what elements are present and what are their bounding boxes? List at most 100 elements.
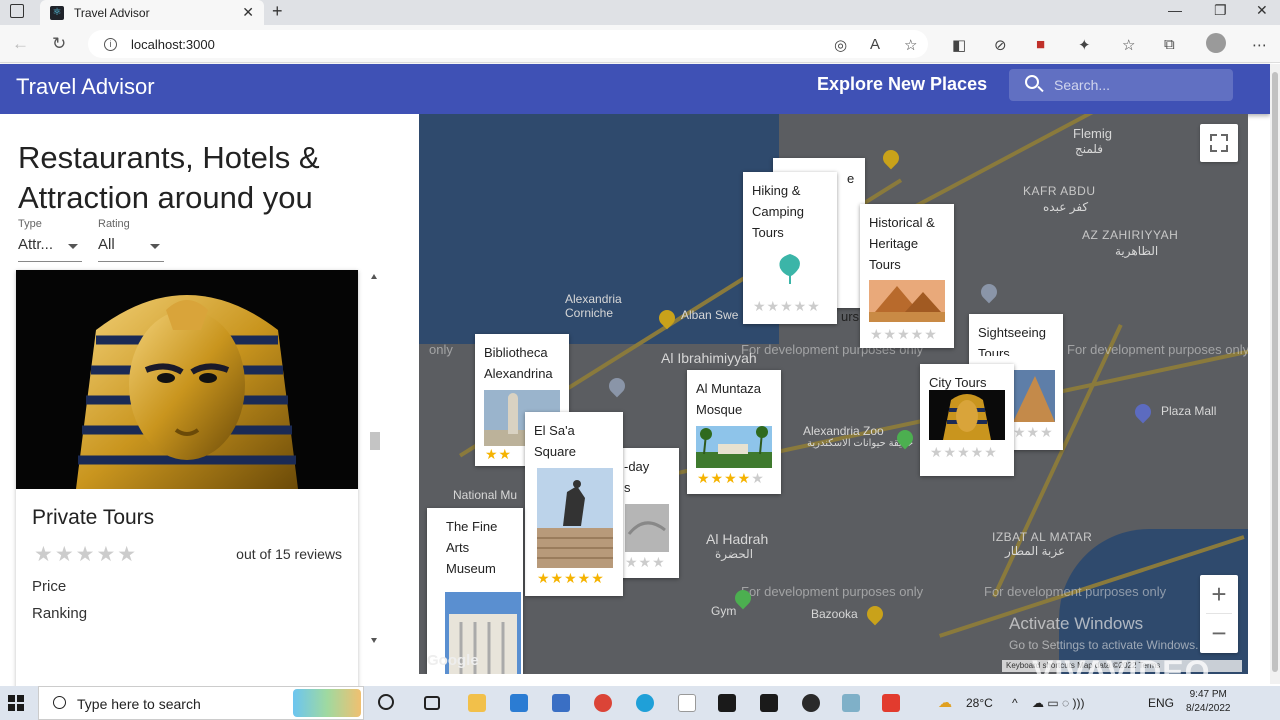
mosque-photo [696, 426, 772, 468]
cmd-icon[interactable] [760, 694, 778, 712]
add-favorite-icon[interactable]: ☆ [904, 36, 917, 54]
rating-select-value[interactable]: All [98, 236, 164, 262]
zoom-in-button[interactable]: + [1200, 575, 1238, 613]
map-label-flemig: Flemig [1073, 126, 1113, 141]
popup-title: Hiking & Camping Tours [752, 183, 805, 240]
map-popup-hiking[interactable]: Hiking & Camping Tours ★★★★★ [743, 172, 837, 324]
taskbar-search[interactable]: Type here to search [38, 686, 364, 720]
react-favicon-icon: ⚛ [50, 5, 64, 20]
taskbar: Type here to search ☁ 28°C ^ ☁ ▭ ◌ ))) E… [0, 686, 1280, 720]
refresh-icon[interactable]: ↻ [52, 34, 66, 54]
store-icon[interactable] [552, 694, 570, 712]
map[interactable]: KAFR ABDU كفر عبده AZ ZAHIRIYYAH الظاهري… [419, 114, 1248, 674]
review-count: out of 15 reviews [236, 546, 342, 562]
site-info-icon[interactable]: i [104, 37, 117, 51]
map-label-kafr-abdu: KAFR ABDU [1023, 184, 1096, 198]
extension-1-icon[interactable]: ◧ [952, 36, 966, 54]
search-highlight-image [293, 689, 361, 717]
back-icon[interactable]: ← [12, 34, 29, 54]
app-icon-3[interactable] [882, 694, 900, 712]
map-popup-day-tour[interactable]: -day s ★★★ [615, 448, 679, 578]
dev-watermark: For development purposes only [984, 584, 1167, 599]
extension-2-icon[interactable]: ⊘ [994, 36, 1007, 54]
map-label-izbat-al-matar-ar: عزبة المطار [1005, 544, 1066, 558]
map-label-izbat-al-matar: IZBAT AL MATAR [992, 530, 1093, 544]
scroll-down-icon[interactable] [371, 638, 377, 643]
search-icon [53, 696, 66, 709]
browser-tab[interactable]: ⚛ Travel Advisor ✕ [40, 0, 264, 25]
tab-actions-icon[interactable] [10, 4, 24, 18]
shopping-pin-icon[interactable] [1131, 400, 1155, 424]
type-select-value[interactable]: Attr... [18, 236, 82, 262]
poi-pin-icon[interactable] [863, 602, 887, 626]
map-popup-historical[interactable]: Historical & Heritage Tours ★★★★★ [860, 204, 954, 348]
restore-icon[interactable]: ❐ [1214, 2, 1227, 19]
scroll-up-icon[interactable] [371, 274, 377, 279]
minimize-icon[interactable]: — [1168, 2, 1182, 18]
type-select[interactable]: Type Attr... [18, 218, 82, 262]
rating-value: All [98, 236, 115, 253]
rating-select[interactable]: Rating All [98, 218, 164, 262]
extensions-icon[interactable]: ✦ [1078, 36, 1091, 54]
fullscreen-button[interactable] [1200, 124, 1238, 162]
type-label: Type [18, 218, 42, 230]
edge-icon[interactable] [636, 694, 654, 712]
popup-title: Al Muntaza Mosque [696, 381, 762, 417]
tray-icons[interactable]: ☁ ▭ ◌ ))) [1032, 696, 1084, 710]
app-icon-2[interactable] [842, 694, 860, 712]
terminal-icon[interactable] [718, 694, 736, 712]
zoom-out-button[interactable]: − [1200, 614, 1238, 652]
tray-expand-icon[interactable]: ^ [1012, 696, 1018, 710]
favorites-icon[interactable]: ☆ [1122, 36, 1135, 54]
map-label-al-hadrah: Al Hadrah [706, 531, 769, 547]
new-tab-icon[interactable]: + [272, 1, 283, 22]
poi-pin-icon[interactable] [605, 374, 629, 398]
popup-rating: ★★★★★ [870, 326, 938, 342]
browser-toolbar: ← ↻ i localhost:3000 ◎ A ☆ ◧ ⊘ ■ ✦ ☆ ⧉ ⋯ [0, 25, 1280, 63]
map-popup-fine-arts[interactable]: The Fine Arts Museum [427, 508, 523, 674]
map-popup-el-saa[interactable]: El Sa'a Square ★★★★★ [525, 412, 623, 596]
cortana-icon[interactable] [378, 694, 394, 710]
language-indicator[interactable]: ENG [1148, 696, 1174, 710]
map-popup-city-tours[interactable]: City Tours ★★★★★ [920, 364, 1014, 476]
popup-title: -day s [624, 459, 650, 495]
temperature[interactable]: 28°C [966, 696, 993, 710]
price-label: Price [32, 578, 67, 595]
file-explorer-icon[interactable] [468, 694, 486, 712]
map-popup-al-muntaza[interactable]: Al Muntaza Mosque ★★★★★ [687, 370, 781, 494]
chrome-icon[interactable] [594, 694, 612, 712]
windows-start-icon[interactable] [8, 695, 24, 711]
read-aloud-icon[interactable]: A [870, 36, 880, 53]
collections-icon[interactable]: ⧉ [1164, 36, 1175, 53]
popup-rating: ★★★ [625, 554, 666, 570]
restaurant-pin-icon[interactable] [879, 146, 903, 170]
close-tab-icon[interactable]: ✕ [242, 4, 254, 21]
location-icon[interactable]: ◎ [834, 36, 847, 54]
popup-rating: ★★★★★ [697, 470, 765, 486]
list-scrollbar[interactable] [368, 270, 382, 645]
place-card[interactable]: Private Tours ★★★★★ out of 15 reviews Pr… [16, 270, 358, 690]
search-input[interactable]: Search... [1009, 69, 1233, 101]
extension-3-icon[interactable]: ■ [1036, 36, 1045, 53]
hidden-popup-title: e [847, 171, 855, 186]
page-scrollbar[interactable] [1270, 64, 1280, 684]
app-title: Travel Advisor [16, 74, 155, 99]
weather-icon[interactable]: ☁ [938, 694, 952, 711]
dropdown-arrow-icon [68, 244, 78, 249]
dev-watermark: For development purposes only [741, 584, 924, 599]
scroll-thumb[interactable] [370, 432, 380, 450]
more-menu-icon[interactable]: ⋯ [1252, 36, 1267, 54]
close-window-icon[interactable]: ✕ [1256, 2, 1268, 19]
poi-pin-icon[interactable] [977, 280, 1001, 304]
notepad-icon[interactable] [678, 694, 696, 712]
task-view-icon[interactable] [424, 696, 440, 710]
address-bar[interactable]: i localhost:3000 [88, 30, 928, 58]
mail-icon[interactable] [510, 694, 528, 712]
popup-rating: ★★ [485, 446, 513, 462]
popup-title: Historical & Heritage Tours [869, 215, 935, 272]
app-icon[interactable] [802, 694, 820, 712]
profile-avatar[interactable] [1206, 33, 1226, 53]
clock[interactable]: 9:47 PM 8/24/2022 [1186, 688, 1231, 716]
list-panel: Restaurants, Hotels & Attraction around … [0, 114, 419, 690]
app-header: Travel Advisor Explore New Places Search… [0, 64, 1270, 114]
